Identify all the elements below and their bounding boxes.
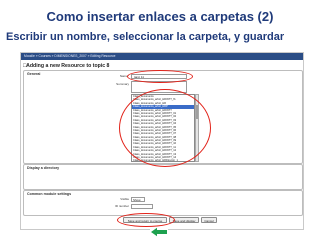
name-field-highlight (127, 70, 193, 83)
id-number-input[interactable] (131, 204, 153, 209)
general-section-heading: General (27, 72, 41, 76)
save-button-highlight (117, 213, 175, 227)
common-settings-heading: Common module settings (27, 192, 72, 196)
slide-subtitle: Escribir un nombre, seleccionar la carpe… (6, 31, 285, 43)
cancel-button[interactable]: Cancel (201, 217, 217, 223)
common-settings-section: Common module settings (23, 190, 303, 216)
name-label: Name* (119, 74, 129, 78)
page-title-text: Adding a new Resource to topic 8 (26, 63, 110, 69)
summary-label: Summary (116, 82, 129, 86)
back-arrow-icon[interactable] (150, 227, 168, 237)
page-title: □Adding a new Resource to topic 8 (23, 63, 109, 69)
breadcrumb: Moodle » Courses » DIMENSIONES_2007 » Ed… (24, 54, 116, 58)
display-section: Display a directory (23, 164, 303, 190)
display-section-heading: Display a directory (27, 166, 60, 170)
visible-select[interactable]: Show (131, 197, 145, 202)
slide-title: Como insertar enlaces a carpetas (2) (46, 9, 274, 24)
visible-label: Visible (120, 197, 129, 201)
id-number-label: ID number (114, 204, 129, 208)
breadcrumb-bar: Moodle » Courses » DIMENSIONES_2007 » Ed… (21, 53, 303, 60)
moodle-screenshot: Moodle » Courses » DIMENSIONES_2007 » Ed… (20, 52, 304, 230)
folder-list-highlight (119, 89, 211, 167)
